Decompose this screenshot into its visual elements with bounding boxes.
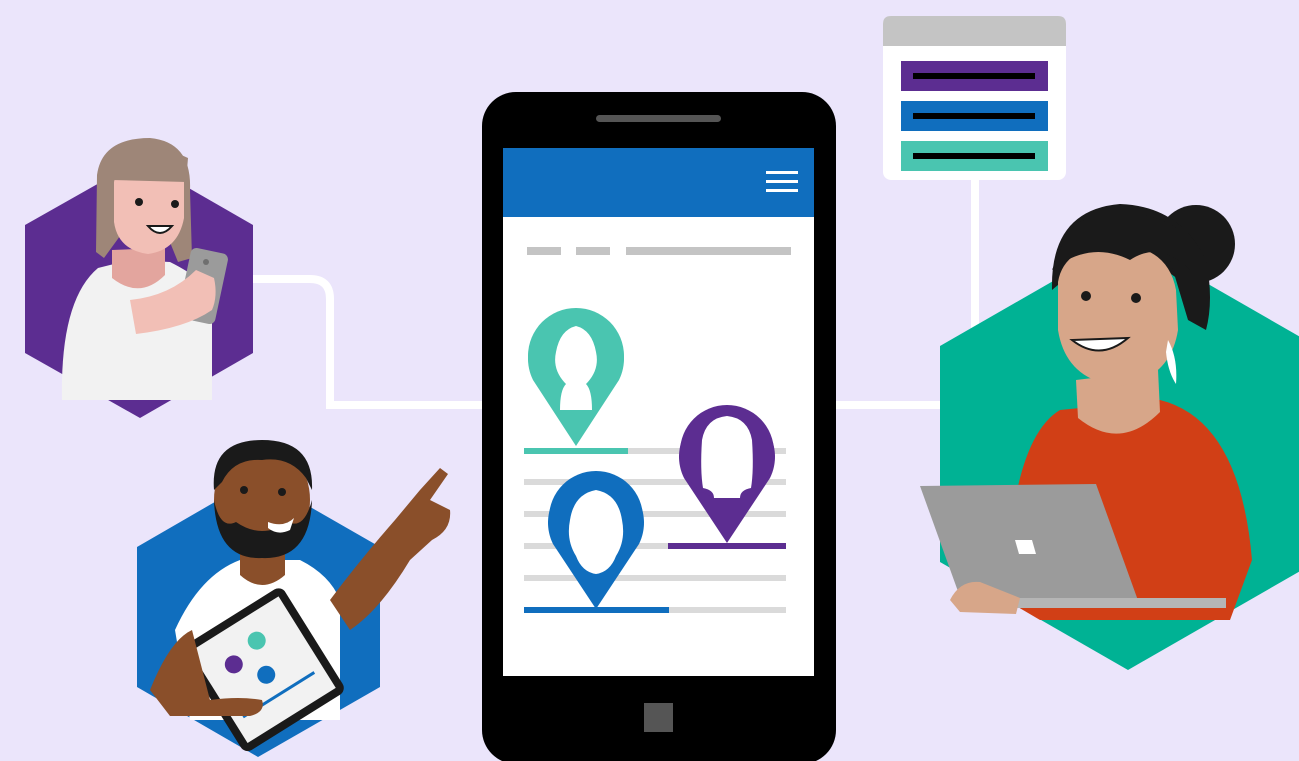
floating-card <box>883 16 1066 180</box>
phone-screen <box>503 148 814 676</box>
woman-with-phone <box>25 138 253 418</box>
right-eye <box>171 200 179 208</box>
face <box>1058 244 1178 386</box>
speaker-grill <box>596 115 721 122</box>
connector-left <box>252 275 484 409</box>
left-eye <box>240 486 248 494</box>
card-row <box>901 61 1048 91</box>
home-button-icon[interactable] <box>644 703 673 732</box>
person-silhouette <box>555 326 597 410</box>
right-eye <box>1131 293 1141 303</box>
card-row <box>901 141 1048 171</box>
purple-underline <box>668 543 786 549</box>
card-header <box>883 16 1066 46</box>
person-silhouette <box>701 416 753 498</box>
phone <box>482 92 836 761</box>
illustration-canvas <box>25 16 1299 761</box>
card-row <box>901 101 1048 131</box>
right-eye <box>278 488 286 496</box>
left-eye <box>135 198 143 206</box>
left-eye <box>1081 291 1091 301</box>
teal-underline <box>524 448 628 454</box>
man-with-tablet <box>137 440 451 757</box>
